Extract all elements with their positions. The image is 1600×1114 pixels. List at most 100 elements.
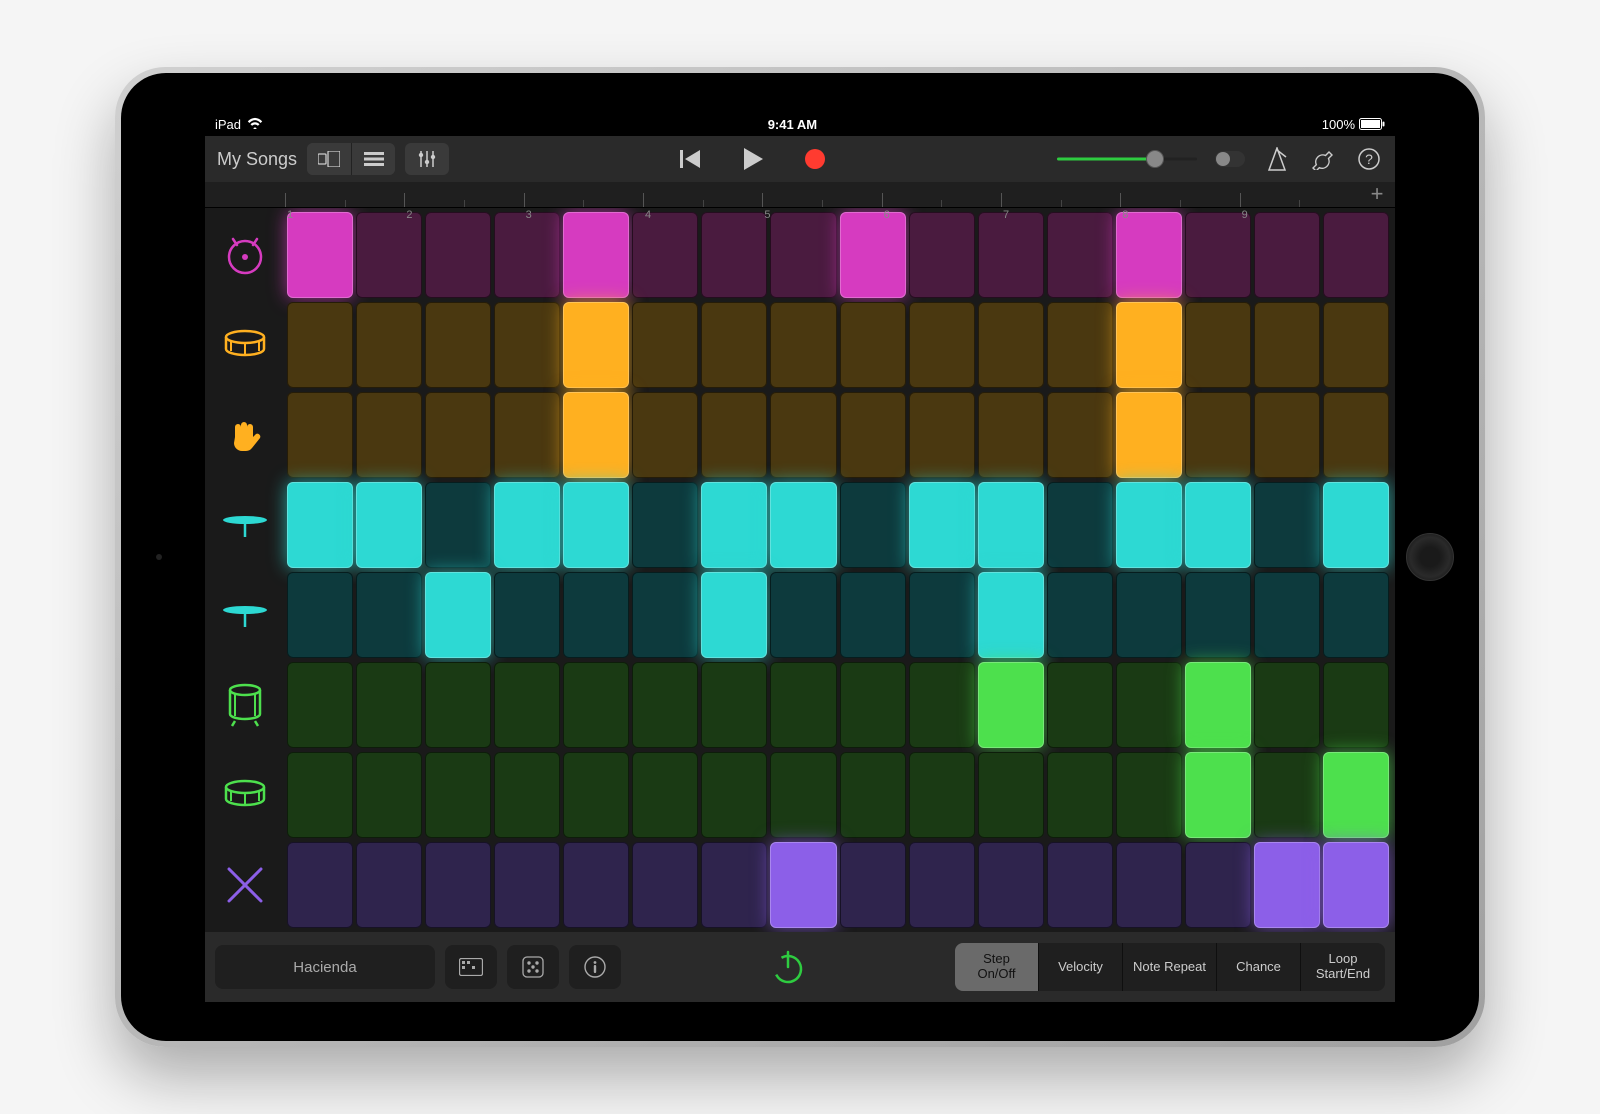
step-cell[interactable]	[632, 572, 698, 658]
step-cell[interactable]	[909, 302, 975, 388]
sticks-icon[interactable]	[205, 840, 285, 930]
pattern-button[interactable]	[445, 945, 497, 989]
step-cell[interactable]	[840, 482, 906, 568]
step-cell[interactable]	[1185, 482, 1251, 568]
step-cell[interactable]	[1047, 212, 1113, 298]
step-cell[interactable]	[770, 302, 836, 388]
browser-view-button[interactable]	[307, 143, 351, 175]
step-cell[interactable]	[978, 572, 1044, 658]
settings-button[interactable]	[1309, 145, 1337, 173]
step-cell[interactable]	[425, 302, 491, 388]
step-cell[interactable]	[770, 392, 836, 478]
step-cell[interactable]	[1323, 302, 1389, 388]
step-cell[interactable]	[563, 752, 629, 838]
step-cell[interactable]	[287, 212, 353, 298]
step-cell[interactable]	[1116, 302, 1182, 388]
track-view-button[interactable]	[351, 143, 395, 175]
step-cell[interactable]	[701, 752, 767, 838]
step-cell[interactable]	[978, 302, 1044, 388]
step-cell[interactable]	[701, 212, 767, 298]
step-cell[interactable]	[840, 392, 906, 478]
mode-tab[interactable]: LoopStart/End	[1301, 943, 1385, 991]
step-cell[interactable]	[1047, 482, 1113, 568]
snare-drum-icon[interactable]	[205, 300, 285, 390]
step-cell[interactable]	[425, 482, 491, 568]
step-cell[interactable]	[632, 482, 698, 568]
step-cell[interactable]	[1185, 752, 1251, 838]
step-cell[interactable]	[978, 212, 1044, 298]
step-cell[interactable]	[356, 662, 422, 748]
step-cell[interactable]	[1254, 842, 1320, 928]
step-cell[interactable]	[425, 212, 491, 298]
step-cell[interactable]	[494, 662, 560, 748]
step-cell[interactable]	[425, 752, 491, 838]
step-cell[interactable]	[563, 482, 629, 568]
step-cell[interactable]	[909, 662, 975, 748]
step-cell[interactable]	[1185, 392, 1251, 478]
step-cell[interactable]	[1116, 662, 1182, 748]
step-cell[interactable]	[770, 482, 836, 568]
step-cell[interactable]	[701, 392, 767, 478]
step-cell[interactable]	[494, 302, 560, 388]
step-cell[interactable]	[563, 662, 629, 748]
step-cell[interactable]	[563, 842, 629, 928]
step-cell[interactable]	[1047, 572, 1113, 658]
step-cell[interactable]	[1254, 572, 1320, 658]
step-cell[interactable]	[1323, 212, 1389, 298]
step-cell[interactable]	[356, 392, 422, 478]
mixer-button[interactable]	[405, 143, 449, 175]
step-cell[interactable]	[563, 572, 629, 658]
step-cell[interactable]	[1116, 392, 1182, 478]
step-cell[interactable]	[494, 572, 560, 658]
step-cell[interactable]	[909, 752, 975, 838]
help-button[interactable]: ?	[1355, 145, 1383, 173]
step-cell[interactable]	[770, 662, 836, 748]
hihat-icon[interactable]	[205, 480, 285, 570]
step-cell[interactable]	[1254, 392, 1320, 478]
step-cell[interactable]	[1254, 212, 1320, 298]
step-cell[interactable]	[840, 842, 906, 928]
step-cell[interactable]	[494, 482, 560, 568]
dice-button[interactable]	[507, 945, 559, 989]
step-cell[interactable]	[1254, 752, 1320, 838]
step-cell[interactable]	[632, 302, 698, 388]
metronome-button[interactable]	[1263, 145, 1291, 173]
step-cell[interactable]	[1323, 392, 1389, 478]
master-toggle[interactable]	[1215, 151, 1245, 167]
step-cell[interactable]	[425, 392, 491, 478]
step-cell[interactable]	[356, 842, 422, 928]
step-cell[interactable]	[563, 212, 629, 298]
step-cell[interactable]	[494, 842, 560, 928]
step-cell[interactable]	[770, 212, 836, 298]
step-cell[interactable]	[1116, 212, 1182, 298]
step-cell[interactable]	[701, 842, 767, 928]
step-cell[interactable]	[840, 572, 906, 658]
step-cell[interactable]	[1185, 302, 1251, 388]
step-cell[interactable]	[287, 392, 353, 478]
mode-tab[interactable]: StepOn/Off	[955, 943, 1039, 991]
step-cell[interactable]	[356, 752, 422, 838]
step-cell[interactable]	[1116, 752, 1182, 838]
step-cell[interactable]	[978, 392, 1044, 478]
step-cell[interactable]	[287, 752, 353, 838]
step-cell[interactable]	[701, 572, 767, 658]
step-cell[interactable]	[1047, 302, 1113, 388]
info-button[interactable]	[569, 945, 621, 989]
step-cell[interactable]	[978, 842, 1044, 928]
home-button[interactable]	[1406, 533, 1454, 581]
step-cell[interactable]	[770, 842, 836, 928]
tom-icon[interactable]	[205, 750, 285, 840]
step-cell[interactable]	[1254, 302, 1320, 388]
step-cell[interactable]	[563, 392, 629, 478]
step-cell[interactable]	[1116, 572, 1182, 658]
step-cell[interactable]	[632, 752, 698, 838]
step-cell[interactable]	[1323, 842, 1389, 928]
step-cell[interactable]	[840, 212, 906, 298]
step-cell[interactable]	[287, 662, 353, 748]
step-cell[interactable]	[701, 662, 767, 748]
step-cell[interactable]	[632, 212, 698, 298]
step-cell[interactable]	[494, 392, 560, 478]
mode-tab[interactable]: Note Repeat	[1123, 943, 1217, 991]
step-cell[interactable]	[356, 482, 422, 568]
timeline-ruler[interactable]: 123456789 +	[205, 182, 1395, 208]
